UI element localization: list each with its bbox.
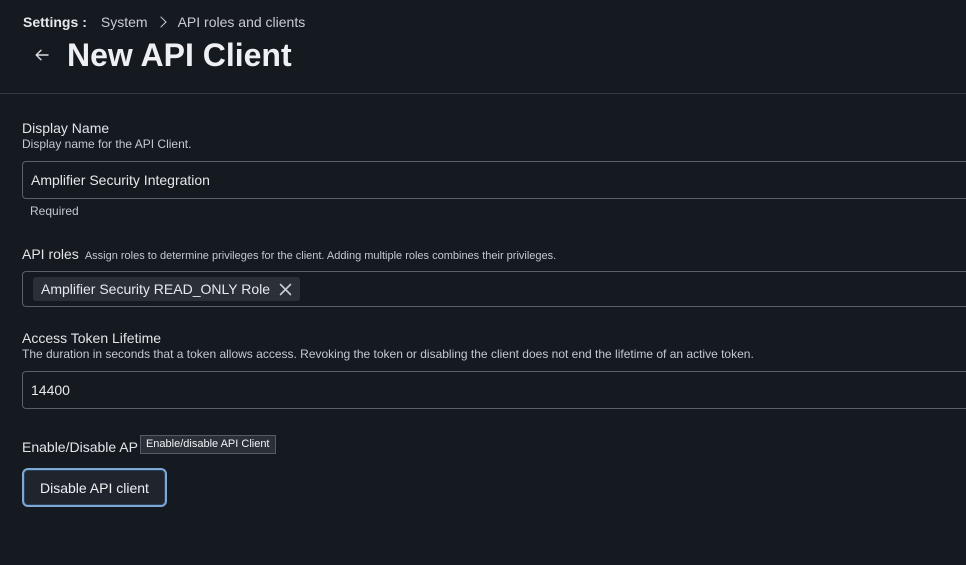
token-lifetime-field: Access Token Lifetime The duration in se… [22, 330, 966, 409]
enable-disable-tooltip: Enable/disable API Client [139, 434, 276, 454]
api-roles-select[interactable]: Amplifier Security READ_ONLY Role [22, 271, 966, 307]
arrow-left-icon [35, 49, 49, 61]
breadcrumb-root[interactable]: Settings [23, 13, 78, 31]
header-divider [0, 93, 966, 94]
breadcrumb-item-api-roles[interactable]: API roles and clients [178, 13, 306, 31]
display-name-input[interactable] [22, 161, 966, 199]
token-lifetime-label: Access Token Lifetime [22, 330, 162, 346]
remove-role-button[interactable] [278, 282, 292, 296]
display-name-required-hint: Required [30, 204, 79, 218]
display-name-field: Display Name Display name for the API Cl… [22, 120, 966, 218]
breadcrumb-colon: : [82, 14, 87, 30]
api-roles-description: Assign roles to determine privileges for… [84, 250, 557, 262]
disable-api-client-button[interactable]: Disable API client [22, 468, 167, 507]
new-api-client-page: Settings : System API roles and clients … [0, 0, 966, 565]
chevron-right-icon [154, 16, 167, 28]
back-button[interactable] [30, 43, 54, 67]
enable-disable-field: Enable/Disable AP Enable/disable API Cli… [22, 434, 966, 507]
breadcrumb-item-system[interactable]: System [101, 13, 148, 31]
api-roles-label: API roles [22, 246, 79, 262]
display-name-label: Display Name [22, 120, 110, 136]
breadcrumb: Settings : System API roles and clients [23, 13, 305, 31]
api-roles-field: API roles Assign roles to determine privi… [22, 246, 966, 307]
token-lifetime-input[interactable] [22, 371, 966, 409]
title-row: New API Client [30, 36, 292, 74]
role-chip: Amplifier Security READ_ONLY Role [33, 277, 301, 301]
close-icon [279, 283, 291, 295]
display-name-description: Display name for the API Client. [22, 137, 192, 151]
page-title: New API Client [67, 37, 292, 73]
enable-disable-label-row: Enable/Disable AP Enable/disable API Cli… [22, 434, 966, 457]
api-roles-label-row: API roles Assign roles to determine privi… [22, 246, 966, 265]
token-lifetime-description: The duration in seconds that a token all… [22, 347, 754, 361]
enable-disable-label: Enable/Disable AP [22, 439, 138, 455]
role-chip-label: Amplifier Security READ_ONLY Role [41, 281, 271, 297]
